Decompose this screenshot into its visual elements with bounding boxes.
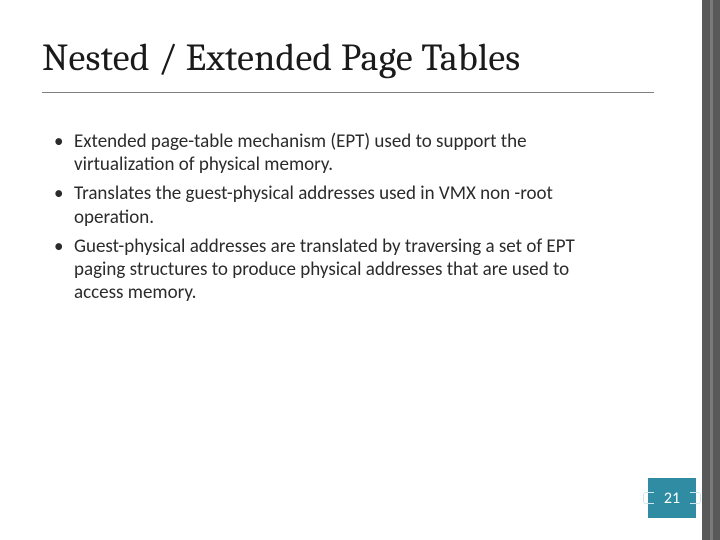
decor-right-stripe-inner <box>710 0 713 540</box>
slide-title: Nested / Extended Page Tables <box>42 36 520 80</box>
bullet-item: Translates the guest-physical addresses … <box>50 182 620 228</box>
bullet-list: Extended page-table mechanism (EPT) used… <box>50 130 620 304</box>
slide: Nested / Extended Page Tables Extended p… <box>0 0 720 540</box>
bullet-item: Extended page-table mechanism (EPT) used… <box>50 130 620 176</box>
slide-body: Extended page-table mechanism (EPT) used… <box>50 130 620 310</box>
bullet-item: Guest-physical addresses are translated … <box>50 235 620 305</box>
title-underline <box>42 92 654 93</box>
page-number: 21 <box>664 489 680 508</box>
page-number-badge: 21 <box>648 478 696 518</box>
